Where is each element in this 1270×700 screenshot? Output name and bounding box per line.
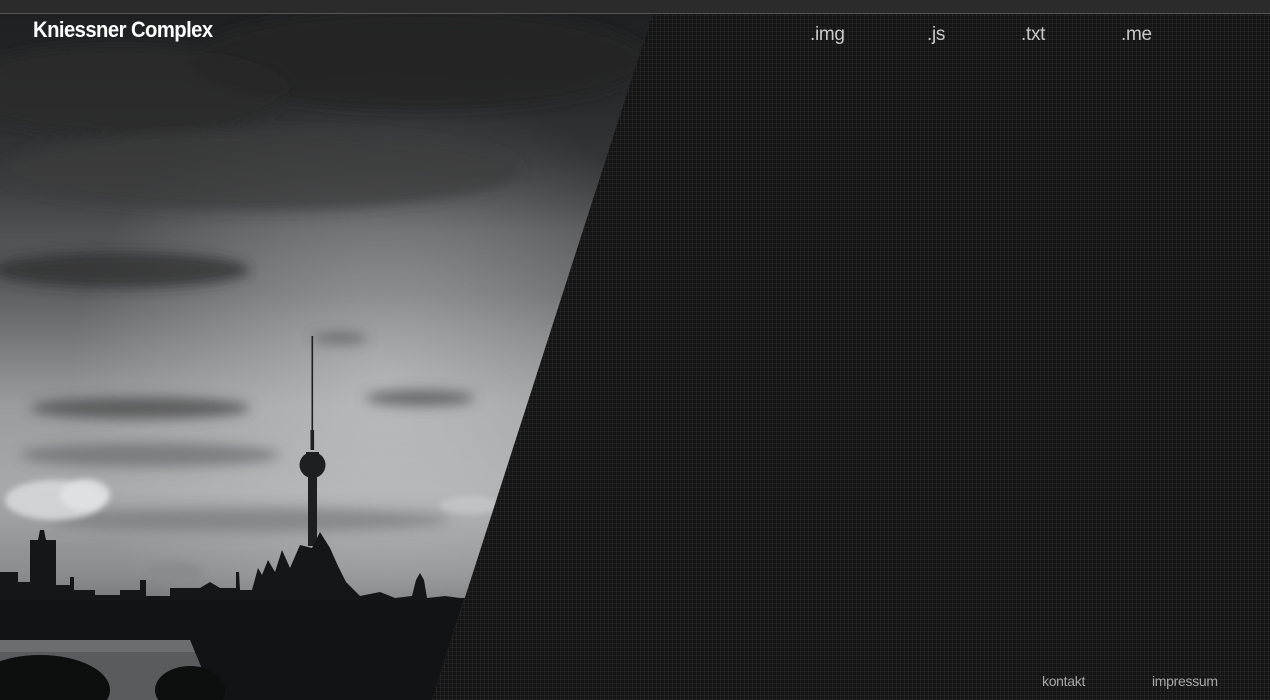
footer-link-kontakt[interactable]: kontakt xyxy=(1042,673,1085,689)
nav-link-me[interactable]: .me xyxy=(1121,24,1152,46)
hero-photo-berlin-skyline xyxy=(0,0,657,700)
footer-link-impressum[interactable]: impressum xyxy=(1152,673,1218,689)
site-title[interactable]: Kniessner Complex xyxy=(33,17,213,43)
page-canvas: Kniessner Complex .img .js .txt .me kont… xyxy=(0,0,1270,700)
nav-link-js[interactable]: .js xyxy=(927,24,945,46)
nav-link-txt[interactable]: .txt xyxy=(1021,24,1045,46)
top-bar xyxy=(0,0,1270,14)
nav-link-img[interactable]: .img xyxy=(810,24,845,46)
